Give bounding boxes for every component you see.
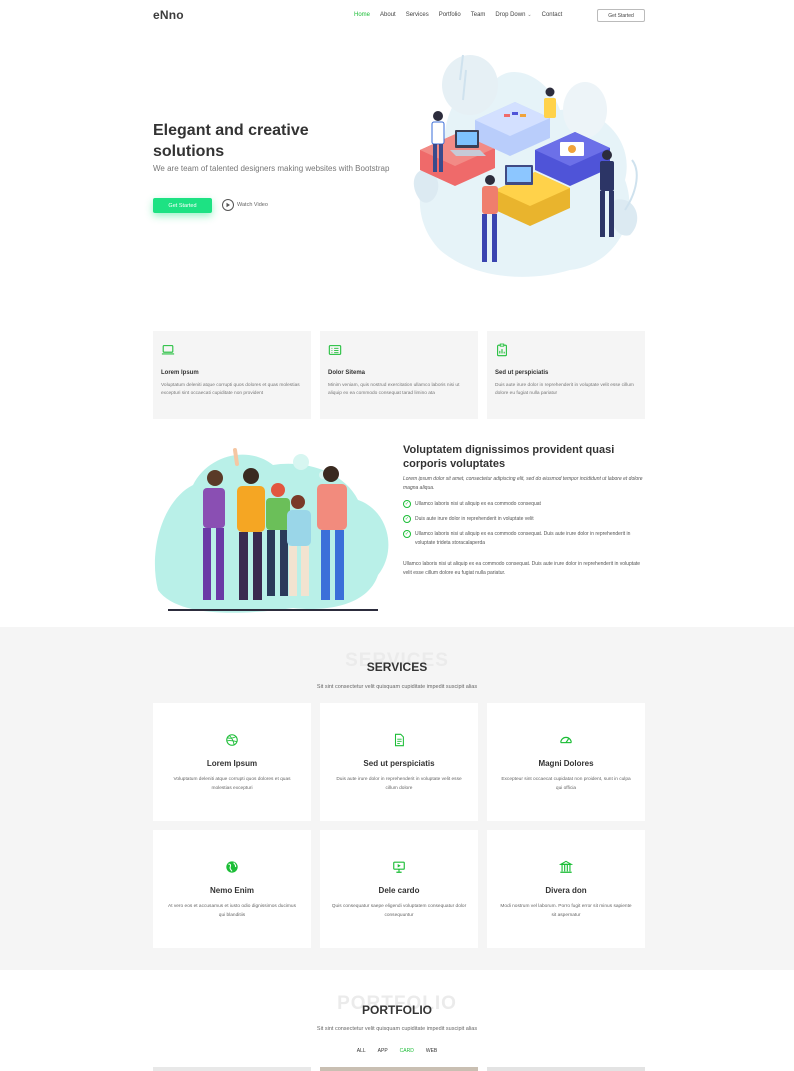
portfolio-item-image[interactable] [153,1067,311,1071]
check-text: Ullamco laboris nisi ut aliquip ex ea co… [415,531,631,546]
list-item: ✓ Ullamco laboris nisi ut aliquip ex ea c… [403,500,648,509]
globe-icon [226,861,238,873]
feature-title: Sed ut perspiciatis [495,370,549,376]
check-text: Duis aute irure dolor in reprehenderit i… [415,516,534,522]
filter-all[interactable]: ALL [357,1048,366,1054]
nav-team[interactable]: Team [471,12,486,18]
service-card[interactable]: Divera don Modi nostrum vel laborum. Por… [487,830,645,948]
service-card[interactable]: Nemo Enim At vero eos et accusamus et iu… [153,830,311,948]
service-card[interactable]: Lorem Ipsum Voluptatum deleniti atque co… [153,703,311,821]
hero-illustration [413,54,638,277]
nav-about[interactable]: About [380,12,396,18]
portfolio-title: PORTFOLIO [362,1003,432,1017]
service-text: At vero eos et accusamus et iusto odio d… [168,904,296,918]
service-card[interactable]: Dele cardo Quis consequatur saepe eligen… [320,830,478,948]
service-text: Voluptatum deleniti atque corrupti quos … [173,777,291,791]
about-lead: Lorem ipsum dolor sit amet, consectetur … [403,476,643,491]
service-card[interactable]: Sed ut perspiciatis Duis aute irure dolo… [320,703,478,821]
about-paragraph: Ullamco laboris nisi ut aliquip ex ea co… [403,561,641,576]
nav-services[interactable]: Services [406,12,429,18]
service-title: Nemo Enim [209,886,254,895]
service-title: Lorem Ipsum [206,759,258,768]
services-title: SERVICES [366,660,428,674]
nav-dropdown-label: Drop Down [495,12,526,18]
nav-contact[interactable]: Contact [542,12,563,18]
nav-dropdown[interactable]: Drop Down ⌄ [495,12,531,18]
service-title: Dele cardo [378,886,420,895]
feature-text: Duis aute irure dolor in reprehenderit i… [495,383,634,396]
check-text: Ullamco laboris nisi ut aliquip ex ea co… [415,501,541,507]
main-nav: Home About Services Portfolio Team Drop … [354,12,572,18]
feature-box: Lorem Ipsum Voluptatum deleniti atque co… [153,331,311,419]
feature-text: Minim veniam, quis nostrud exercitation … [328,383,460,396]
service-title: Divera don [545,886,587,895]
services-subtitle: Sit sint consectetur velit quisquam cupi… [316,684,478,690]
service-text: Duis aute irure dolor in reprehenderit i… [336,777,462,791]
dribbble-icon [226,734,238,746]
play-icon [222,199,234,211]
feature-text: Voluptatum deleniti atque corrupti quos … [161,383,300,396]
laptop-icon [161,345,175,355]
bank-icon [559,860,573,873]
clipboard-data-icon [497,343,507,357]
site-header: eNno Home About Services Portfolio Team … [0,0,794,32]
card-list-icon [328,345,342,355]
feature-box: Sed ut perspiciatis Duis aute irure dolo… [487,331,645,419]
feature-box: Dolor Sitema Minim veniam, quis nostrud … [320,331,478,419]
nav-home[interactable]: Home [354,12,370,18]
list-item: ✓ Ullamco laboris nisi ut aliquip ex ea c… [403,530,648,548]
portfolio-subtitle: Sit sint consectetur velit quisquam cupi… [316,1026,478,1032]
service-card[interactable]: Magni Dolores Excepteur sint occaecat cu… [487,703,645,821]
portfolio-filters: ALL APP CARD WEB [0,1048,794,1054]
about-checklist: ✓ Ullamco laboris nisi ut aliquip ex ea c… [403,500,648,554]
hero-subtitle: We are team of talented designers making… [153,164,390,173]
feature-title: Lorem Ipsum [161,370,199,376]
portfolio-item-image[interactable] [320,1067,478,1071]
header-get-started-button[interactable]: Get Started [597,9,645,22]
speedometer-icon [560,736,572,744]
filter-app[interactable]: APP [378,1048,388,1054]
check-circle-icon: ✓ [403,500,411,508]
portfolio-item-image[interactable] [487,1067,645,1071]
hero-title: Elegant and creative solutions [153,122,309,160]
check-circle-icon: ✓ [403,515,411,523]
chevron-down-icon: ⌄ [527,12,532,18]
list-item: ✓ Duis aute irure dolor in reprehenderit … [403,515,648,524]
service-text: Quis consequatur saepe eligendi voluptat… [331,904,467,918]
file-text-icon [394,733,404,747]
team-illustration [154,448,389,613]
filter-web[interactable]: WEB [426,1048,437,1054]
feature-title: Dolor Sitema [328,370,366,376]
service-title: Sed ut perspiciatis [363,759,435,768]
service-text: Excepteur sint occaecat cupidatat non pr… [501,777,631,791]
watch-video-label: Watch Video [237,202,268,208]
brand-logo[interactable]: eNno [153,8,184,22]
watch-video-link[interactable]: Watch Video [222,199,268,211]
hero-get-started-button[interactable]: Get Started [153,198,212,213]
easel-icon [393,861,405,873]
service-title: Magni Dolores [538,759,594,768]
nav-portfolio[interactable]: Portfolio [439,12,461,18]
filter-card[interactable]: CARD [400,1048,414,1054]
check-circle-icon: ✓ [403,530,411,538]
about-title: Voluptatem dignissimos provident quasi c… [403,444,615,470]
service-text: Modi nostrum vel laborum. Porro fugit er… [500,904,632,918]
